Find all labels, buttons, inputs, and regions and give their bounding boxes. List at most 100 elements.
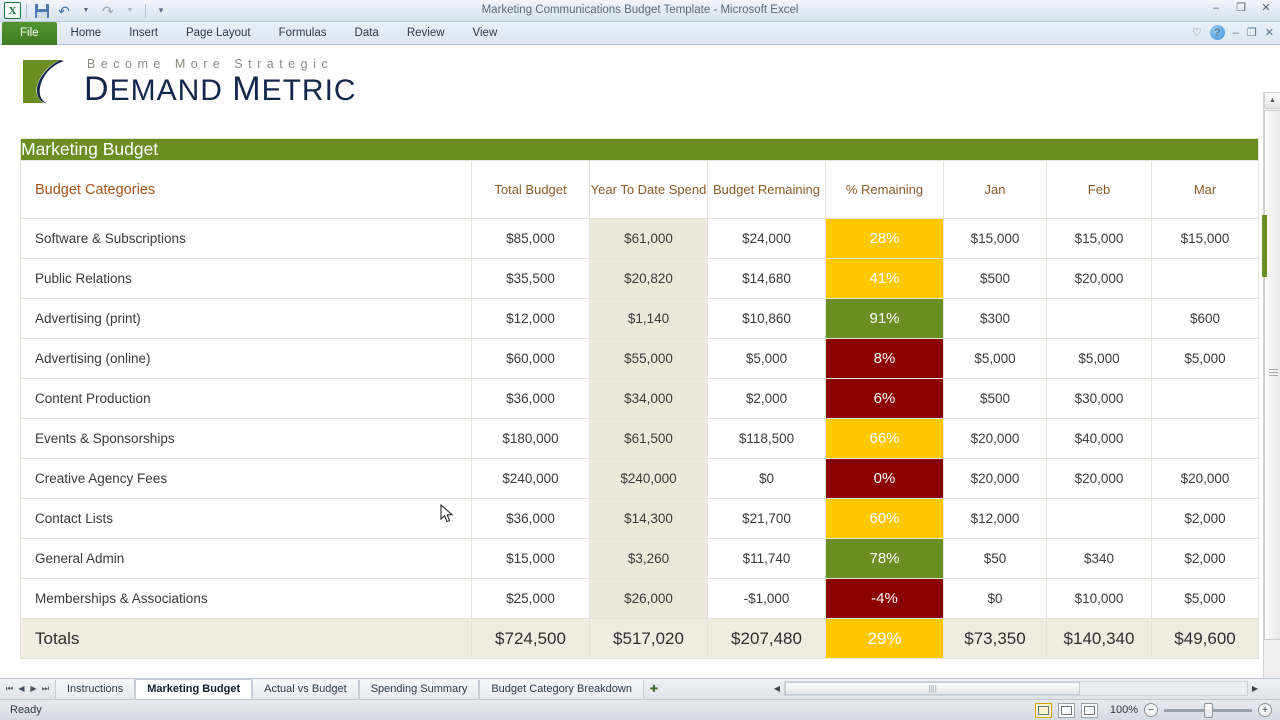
vertical-scrollbar[interactable]: ▲ ▼ xyxy=(1262,92,1280,678)
last-sheet-button[interactable]: ⏭ xyxy=(40,684,51,694)
cell-budget-remaining[interactable]: $5,000 xyxy=(707,338,826,379)
cell-mar[interactable]: $2,000 xyxy=(1150,538,1260,579)
cell-mar[interactable]: $5,000 xyxy=(1150,338,1260,379)
cell-category[interactable]: Advertising (print) xyxy=(20,298,472,339)
cell-total-budget[interactable]: $36,000 xyxy=(471,498,590,539)
cell-total-budget[interactable]: $36,000 xyxy=(471,378,590,419)
cell-total-budget[interactable]: $12,000 xyxy=(471,298,590,339)
excel-icon[interactable]: X xyxy=(4,2,21,19)
new-sheet-icon[interactable]: ✚ xyxy=(644,684,664,695)
table-row[interactable]: Content Production $36,000 $34,000 $2,000 6%… xyxy=(20,378,1260,419)
cell-category[interactable]: Memberships & Associations xyxy=(20,578,472,619)
cell-total-budget[interactable]: $25,000 xyxy=(471,578,590,619)
cell-mar[interactable] xyxy=(1150,418,1260,459)
cell-ytd-spend[interactable]: $34,000 xyxy=(589,378,708,419)
undo-dropdown-icon[interactable]: ▼ xyxy=(76,1,96,20)
cell-ytd-spend[interactable]: $240,000 xyxy=(589,458,708,499)
tab-page-layout[interactable]: Page Layout xyxy=(172,22,265,45)
cell-budget-remaining[interactable]: $2,000 xyxy=(707,378,826,419)
cell-category[interactable]: Public Relations xyxy=(20,258,472,299)
tab-file[interactable]: File xyxy=(2,22,57,45)
minimize-button[interactable]: – xyxy=(1208,2,1224,14)
cell-category[interactable]: Contact Lists xyxy=(20,498,472,539)
cell-feb[interactable]: $10,000 xyxy=(1046,578,1152,619)
close-window-button[interactable]: ✕ xyxy=(1265,26,1274,39)
scroll-left-button[interactable]: ◀ xyxy=(770,684,784,693)
cell-feb[interactable]: $30,000 xyxy=(1046,378,1152,419)
cell-pct-remaining[interactable]: 28% xyxy=(825,218,944,259)
redo-dropdown-icon[interactable]: ▼ xyxy=(120,1,140,20)
cell-feb[interactable] xyxy=(1046,498,1152,539)
cell-budget-remaining[interactable]: $118,500 xyxy=(707,418,826,459)
cell-jan[interactable]: $5,000 xyxy=(943,338,1047,379)
cell-budget-remaining[interactable]: $10,860 xyxy=(707,298,826,339)
cell-ytd-spend[interactable]: $61,500 xyxy=(589,418,708,459)
cell-ytd-spend[interactable]: $55,000 xyxy=(589,338,708,379)
cell-jan[interactable]: $20,000 xyxy=(943,418,1047,459)
normal-view-button[interactable] xyxy=(1035,702,1052,718)
cell-pct-remaining[interactable]: 41% xyxy=(825,258,944,299)
ribbon-options-icon[interactable]: ♡ xyxy=(1192,26,1202,39)
customize-qat-icon[interactable]: ▾ xyxy=(151,1,171,20)
cell-feb[interactable]: $40,000 xyxy=(1046,418,1152,459)
table-row[interactable]: Software & Subscriptions $85,000 $61,000 $2… xyxy=(20,218,1260,259)
next-sheet-button[interactable]: ▶ xyxy=(28,684,39,694)
cell-ytd-spend[interactable]: $14,300 xyxy=(589,498,708,539)
cell-ytd-spend[interactable]: $3,260 xyxy=(589,538,708,579)
cell-budget-remaining[interactable]: $14,680 xyxy=(707,258,826,299)
zoom-in-button[interactable]: + xyxy=(1258,703,1272,717)
cell-pct-remaining[interactable]: 8% xyxy=(825,338,944,379)
cell-ytd-spend[interactable]: $61,000 xyxy=(589,218,708,259)
close-button[interactable]: ✕ xyxy=(1258,1,1274,14)
cell-ytd-spend[interactable]: $20,820 xyxy=(589,258,708,299)
cell-feb[interactable]: $5,000 xyxy=(1046,338,1152,379)
tab-home[interactable]: Home xyxy=(57,22,116,45)
cell-jan[interactable]: $20,000 xyxy=(943,458,1047,499)
tab-view[interactable]: View xyxy=(459,22,512,45)
tab-formulas[interactable]: Formulas xyxy=(265,22,341,45)
minimize-ribbon-button[interactable]: – xyxy=(1233,27,1239,39)
horizontal-scroll-track[interactable]: |||| xyxy=(784,681,1248,696)
cell-ytd-spend[interactable]: $26,000 xyxy=(589,578,708,619)
cell-pct-remaining[interactable]: 60% xyxy=(825,498,944,539)
cell-budget-remaining[interactable]: $24,000 xyxy=(707,218,826,259)
cell-feb[interactable]: $15,000 xyxy=(1046,218,1152,259)
worksheet-grid[interactable]: Become More Strategic DEMAND METRIC Mark… xyxy=(0,46,1263,678)
cell-budget-remaining[interactable]: $11,740 xyxy=(707,538,826,579)
cell-budget-remaining[interactable]: $21,700 xyxy=(707,498,826,539)
cell-category[interactable]: Software & Subscriptions xyxy=(20,218,472,259)
cell-category[interactable]: Content Production xyxy=(20,378,472,419)
cell-mar[interactable]: $2,000 xyxy=(1150,498,1260,539)
cell-jan[interactable]: $500 xyxy=(943,378,1047,419)
table-row[interactable]: Public Relations $35,500 $20,820 $14,680 41%… xyxy=(20,258,1260,299)
cell-total-budget[interactable]: $240,000 xyxy=(471,458,590,499)
cell-mar[interactable] xyxy=(1150,258,1260,299)
cell-pct-remaining[interactable]: 78% xyxy=(825,538,944,579)
table-row[interactable]: Contact Lists $36,000 $14,300 $21,700 60% $12… xyxy=(20,498,1260,539)
cell-jan[interactable]: $500 xyxy=(943,258,1047,299)
cell-category[interactable]: General Admin xyxy=(20,538,472,579)
page-layout-view-button[interactable] xyxy=(1058,702,1075,718)
cell-pct-remaining[interactable]: 6% xyxy=(825,378,944,419)
vertical-scroll-thumb[interactable] xyxy=(1262,110,1280,640)
cell-feb[interactable]: $20,000 xyxy=(1046,458,1152,499)
sheet-tab-spending-summary[interactable]: Spending Summary xyxy=(358,679,480,699)
cell-ytd-spend[interactable]: $1,140 xyxy=(589,298,708,339)
cell-jan[interactable]: $300 xyxy=(943,298,1047,339)
cell-category[interactable]: Creative Agency Fees xyxy=(20,458,472,499)
cell-feb[interactable] xyxy=(1046,298,1152,339)
cell-mar[interactable]: $20,000 xyxy=(1150,458,1260,499)
cell-total-budget[interactable]: $60,000 xyxy=(471,338,590,379)
scroll-right-button[interactable]: ▶ xyxy=(1248,684,1262,693)
cell-feb[interactable]: $340 xyxy=(1046,538,1152,579)
save-icon[interactable] xyxy=(32,1,52,20)
restore-button[interactable]: ❐ xyxy=(1233,1,1249,14)
cell-total-budget[interactable]: $180,000 xyxy=(471,418,590,459)
cell-jan[interactable]: $15,000 xyxy=(943,218,1047,259)
cell-category[interactable]: Advertising (online) xyxy=(20,338,472,379)
budget-table[interactable]: Marketing Budget Budget Categories Total… xyxy=(19,138,1260,659)
table-row[interactable]: Creative Agency Fees $240,000 $240,000 $0 0%… xyxy=(20,458,1260,499)
zoom-slider-handle[interactable] xyxy=(1204,702,1213,718)
page-break-preview-button[interactable] xyxy=(1081,702,1098,718)
cell-feb[interactable]: $20,000 xyxy=(1046,258,1152,299)
